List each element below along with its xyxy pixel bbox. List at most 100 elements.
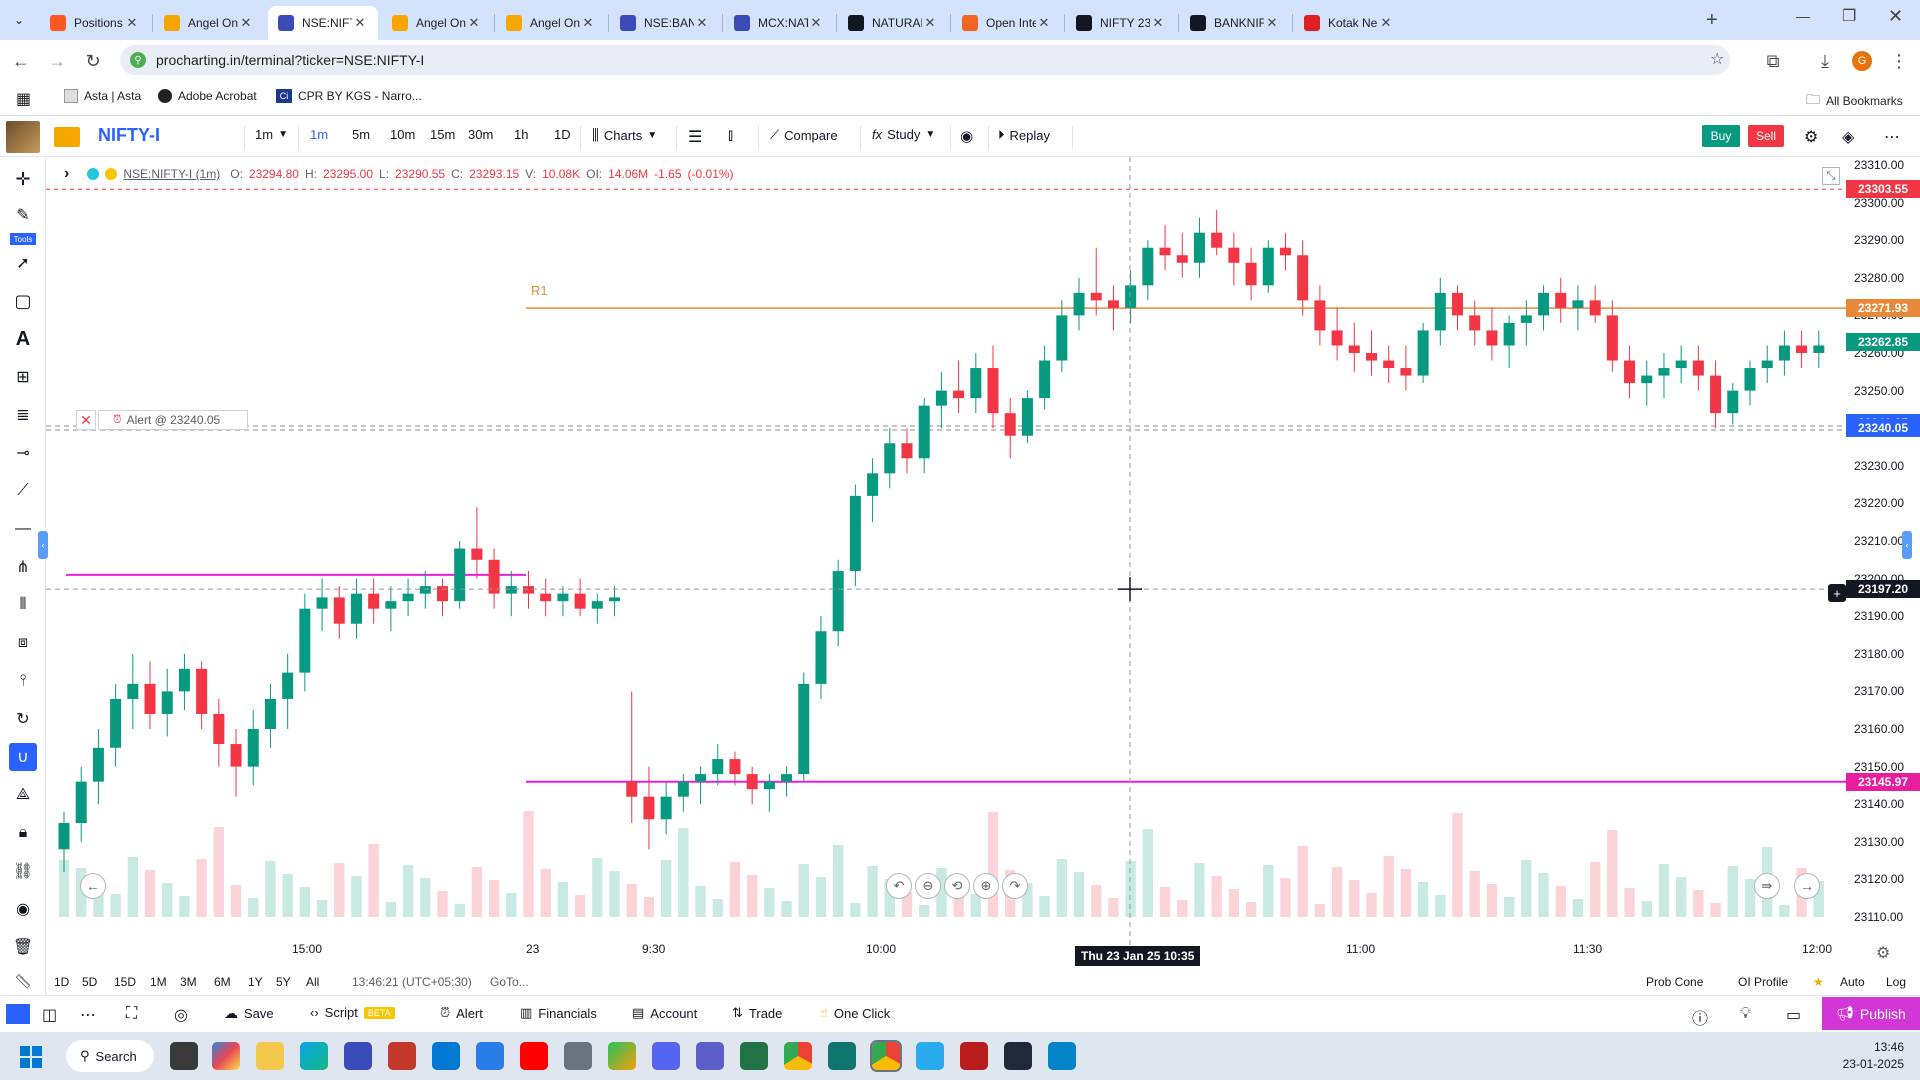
oi-profile-button[interactable]: OI Profile: [1738, 975, 1788, 989]
close-tab-icon[interactable]: ✕: [580, 15, 596, 31]
pointer-tool-icon[interactable]: ➚: [9, 249, 37, 277]
bookmark-adobe-acrobat[interactable]: Adobe Acrobat: [158, 89, 257, 103]
chrome-icon[interactable]: [784, 1042, 812, 1070]
discord-icon[interactable]: [652, 1042, 680, 1070]
charts-button[interactable]: ⫼ Charts ▼: [592, 127, 657, 144]
range-5D[interactable]: 5D: [82, 975, 97, 989]
windows-start-icon[interactable]: [20, 1046, 42, 1068]
extensions-icon[interactable]: ⧉: [1760, 48, 1786, 74]
trash-icon[interactable]: 🗑︎: [9, 933, 37, 961]
terminal-icon[interactable]: [1004, 1042, 1032, 1070]
browser-tab[interactable]: Angel One: N✕: [382, 6, 492, 40]
app-blue-icon[interactable]: [1048, 1042, 1076, 1070]
ruler-tool-icon[interactable]: ⟁: [9, 781, 37, 809]
right-panel-handle[interactable]: ‹: [1902, 531, 1912, 559]
browser-tab[interactable]: NATURALGA✕: [838, 6, 948, 40]
close-tab-icon[interactable]: ✕: [466, 15, 482, 31]
indicator-lines-icon[interactable]: ☰: [688, 127, 702, 147]
split-layout-icon[interactable]: ◫: [42, 1005, 57, 1025]
zoom-out-icon[interactable]: ⊖: [915, 873, 941, 899]
all-bookmarks[interactable]: 🗀 All Bookmarks: [1806, 89, 1903, 113]
replay-button[interactable]: ⏵ Replay: [998, 127, 1050, 143]
interval-1D[interactable]: 1D: [554, 127, 571, 142]
range-6M[interactable]: 6M: [214, 975, 231, 989]
excel-icon[interactable]: [740, 1042, 768, 1070]
publish-button[interactable]: 📢︎ Publish: [1822, 997, 1920, 1030]
symbol-title[interactable]: NIFTY-I: [98, 125, 160, 146]
trading-app-icon[interactable]: [344, 1042, 372, 1070]
alert-button[interactable]: ⏰︎ Alert: [440, 1005, 483, 1021]
browser-menu-icon[interactable]: ⋮: [1886, 48, 1912, 74]
restore-window-icon[interactable]: ❐: [1842, 6, 1856, 26]
log-scale-button[interactable]: Log: [1886, 975, 1906, 989]
outlook-icon[interactable]: [432, 1042, 460, 1070]
reset-chart-icon[interactable]: ⟲: [944, 873, 970, 899]
video-icon[interactable]: ▭: [1786, 1005, 1801, 1025]
site-info-icon[interactable]: ⚲: [130, 52, 146, 68]
browser-tab[interactable]: MCX:NATUR✕: [724, 6, 834, 40]
browser-tab[interactable]: Positions / K✕: [40, 6, 150, 40]
browser-tab[interactable]: Kotak Neo✕: [1294, 6, 1404, 40]
close-tab-icon[interactable]: ✕: [1378, 15, 1394, 31]
close-tab-icon[interactable]: ✕: [238, 15, 254, 31]
undo-icon[interactable]: ↶: [886, 873, 912, 899]
position-tool-icon[interactable]: ⫯: [9, 667, 37, 695]
horizontal-line-icon[interactable]: —: [9, 515, 37, 543]
close-tab-icon[interactable]: ✕: [1150, 15, 1166, 31]
crosshair-tool-icon[interactable]: ✛: [9, 165, 37, 193]
lock-icon[interactable]: 🔒︎: [9, 819, 37, 847]
youtube-icon[interactable]: [520, 1042, 548, 1070]
app-icon[interactable]: [608, 1042, 636, 1070]
camera-icon[interactable]: ◉: [960, 127, 973, 145]
bar-type-icon[interactable]: ⫾: [728, 127, 733, 145]
chart-canvas[interactable]: [46, 157, 1846, 947]
browser-tab[interactable]: Angel One: B✕: [496, 6, 606, 40]
add-alert-plus-icon[interactable]: +: [1828, 584, 1846, 602]
interval-1m[interactable]: 1m: [310, 127, 328, 142]
interval-1h[interactable]: 1h: [514, 127, 528, 142]
text-tool-icon[interactable]: A: [9, 325, 37, 353]
theme-icon[interactable]: ◎: [174, 1005, 188, 1025]
save-button[interactable]: ☁ Save: [224, 1005, 274, 1022]
scroll-to-realtime-icon[interactable]: ⇛: [1754, 873, 1780, 899]
close-window-icon[interactable]: ✕: [1888, 6, 1903, 27]
trendline-tool-icon[interactable]: ⟋: [9, 477, 37, 505]
price-scale[interactable]: 23310.0023300.0023290.0023280.0023270.00…: [1828, 157, 1920, 962]
address-bar[interactable]: ⚲ procharting.in/terminal?ticker=NSE:NIF…: [120, 45, 1730, 75]
telegram-icon[interactable]: [916, 1042, 944, 1070]
browser-tab[interactable]: NSE:BANKN✕: [610, 6, 720, 40]
profile-avatar[interactable]: G: [1852, 51, 1872, 71]
range-1Y[interactable]: 1Y: [248, 975, 263, 989]
range-All[interactable]: All: [306, 975, 319, 989]
interval-5m[interactable]: 5m: [352, 127, 370, 142]
browser-tab[interactable]: BANKNIFTY✕: [1180, 6, 1290, 40]
taskbar-search[interactable]: ⚲ Search: [66, 1040, 154, 1072]
downloads-icon[interactable]: ⤓: [1812, 48, 1838, 74]
one-click-button[interactable]: ☝ One Click: [820, 1005, 890, 1021]
close-tab-icon[interactable]: ✕: [1264, 15, 1280, 31]
buy-button[interactable]: Buy: [1702, 125, 1740, 147]
task-view-icon[interactable]: [170, 1042, 198, 1070]
time-axis[interactable]: 15:00 23 9:30 10:00 11:00 11:30 12:00: [46, 940, 1846, 960]
edge-icon[interactable]: [300, 1042, 328, 1070]
scroll-left-icon[interactable]: ←: [80, 873, 106, 899]
expand-legend-icon[interactable]: ›: [64, 165, 69, 183]
interval-dropdown[interactable]: 1m ▼: [255, 127, 288, 142]
interval-30m[interactable]: 30m: [468, 127, 493, 142]
close-tab-icon[interactable]: ✕: [1036, 15, 1052, 31]
range-1D[interactable]: 1D: [54, 975, 69, 989]
browser-tab[interactable]: NSE:NIFT ✕: [268, 6, 378, 40]
financials-button[interactable]: ▥ Financials: [520, 1005, 597, 1021]
close-tab-icon[interactable]: ✕: [922, 15, 938, 31]
close-tab-icon[interactable]: ✕: [808, 15, 824, 31]
close-tab-icon[interactable]: ✕: [694, 15, 710, 31]
range-3M[interactable]: 3M: [180, 975, 197, 989]
scroll-right-icon[interactable]: →: [1794, 873, 1820, 899]
bookmark-asta[interactable]: Asta | Asta: [64, 89, 141, 103]
pattern-tool-icon[interactable]: ⧈: [9, 629, 37, 657]
single-layout-icon[interactable]: [6, 1004, 30, 1024]
store-icon[interactable]: [476, 1042, 504, 1070]
legend-symbol[interactable]: NSE:NIFTY-I (1m): [123, 167, 220, 181]
link-icon[interactable]: ⛓: [9, 857, 37, 885]
calculator-icon[interactable]: [564, 1042, 592, 1070]
